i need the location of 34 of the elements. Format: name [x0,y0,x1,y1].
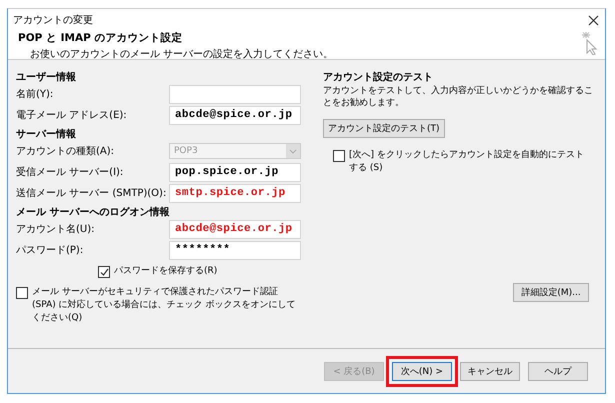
checkbox-label: [次へ] をクリックしたらアカウント設定を自動的にテストする (S) [349,149,585,175]
checkbox-label: メール サーバーがセキュリティで保護されたパスワード認証 (SPA) に対応している場合には、チェック ボックスをオンにしてください(Q) [32,286,296,325]
field-label: 電子メール アドレス(E): [16,109,127,122]
field-label: 受信メール サーバー(I): [16,166,124,179]
more-settings-button[interactable]: 詳細設定(M)... [513,283,589,302]
dialog-button[interactable]: ヘルプ [528,362,588,380]
input-field[interactable]: pop.spice.or.jp [169,162,301,182]
input-field[interactable]: abcde@spice.or.jp [169,220,301,238]
test-account-button[interactable]: アカウント設定のテスト(T) [323,119,445,138]
field-label: 名前(Y): [16,88,54,101]
input-field[interactable]: abcde@spice.or.jp [169,106,301,124]
dialog-button[interactable]: 次へ(N) > [392,362,452,380]
section-heading: アカウント設定のテスト [323,72,434,84]
field-label: アカウントの種類(A): [16,144,114,158]
input-field[interactable]: ******** [169,240,301,260]
header-title: POP と IMAP のアカウント設定 [18,31,184,45]
window-title: アカウントの変更 [13,14,93,27]
checkbox-label: パスワードを保存する(R) [114,265,218,278]
dialog-button[interactable]: キャンセル [460,362,520,380]
section-heading: メール サーバーへのログオン情報 [16,207,170,219]
close-icon[interactable] [588,14,599,26]
checkbox[interactable] [16,287,28,299]
checkbox[interactable] [98,266,110,278]
field-label: 送信メール サーバー (SMTP)(O): [16,187,166,200]
section-heading: サーバー情報 [16,129,77,141]
section-heading: ユーザー情報 [16,72,77,84]
test-description: アカウントをテストして、入力内容が正しいかどうかを確認することをお勧めします。 [323,85,594,109]
input-field[interactable] [169,84,301,104]
field-label: アカウント名(U): [16,223,94,236]
checkbox[interactable] [333,150,345,162]
input-field[interactable]: smtp.spice.or.jp [169,184,301,202]
field-label: パスワード(P): [16,244,84,257]
header-subtitle: お使いのアカウントのメール サーバーの設定を入力してください。 [29,48,334,61]
caret-icon [286,144,300,158]
